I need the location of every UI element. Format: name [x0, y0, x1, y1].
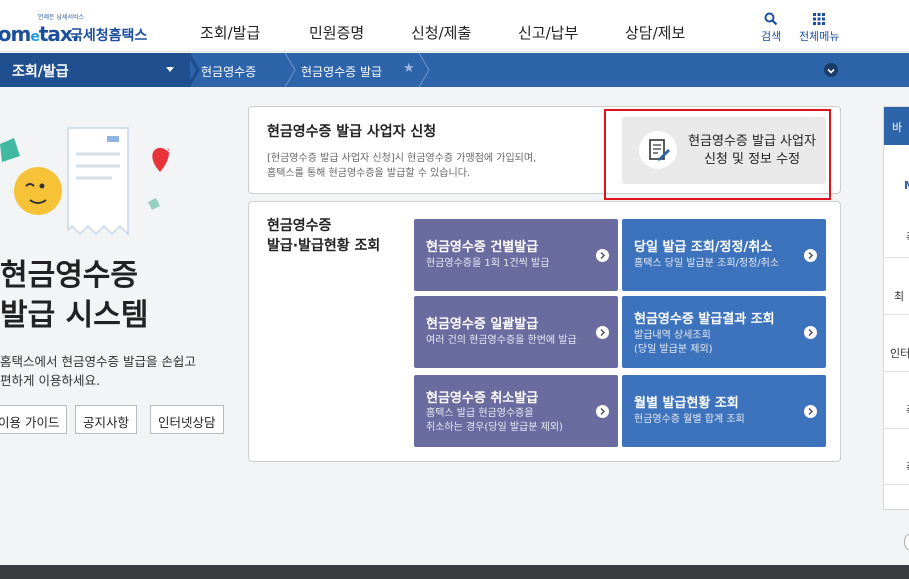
tile-title: 현금영수증 건별발급 — [426, 240, 539, 255]
breadcrumb-section-label: 조회/발급 — [12, 64, 69, 80]
breadcrumb-item-cash-receipt[interactable]: 현금영수증 — [201, 63, 256, 80]
top-header: 언제든 납세서비스 Hometax. 국세청홈택스 조회/발급 민원증명 신청/… — [0, 0, 909, 52]
quick-menu-item[interactable]: 인터 — [890, 345, 909, 361]
chevron-right-icon — [596, 249, 609, 262]
chevron-right-icon — [596, 405, 609, 418]
collapse-toggle-button[interactable] — [824, 63, 838, 77]
tile-single-issue[interactable]: 현금영수증 건별발급 현금영수증을 1회 1건씩 발급 — [414, 219, 618, 291]
right-quick-menu: 바 M 즉 최 인터 즉 즉 — [883, 106, 909, 510]
chevron-right-icon — [804, 326, 817, 339]
nav-civil-certificate[interactable]: 민원증명 — [309, 22, 364, 43]
tile-title: 현금영수증 발급결과 조회 — [634, 312, 775, 327]
tile-title: 현금영수증 일괄발급 — [426, 317, 539, 332]
chevron-right-icon — [596, 326, 609, 339]
breadcrumb: 조회/발급 현금영수증 현금영수증 발급 ★ — [0, 53, 909, 87]
divider — [884, 484, 909, 485]
tile-subtitle: 발급내역 상세조회 (당일 발급분 제외) — [634, 330, 713, 355]
tile-cancel-issue[interactable]: 현금영수증 취소발급 홈택스 발급 현금영수증을 취소하는 경우(당일 발급분 … — [414, 375, 618, 447]
issue-status-title: 현금영수증 발급·발급현황 조회 — [267, 218, 381, 254]
footer-bar — [0, 565, 909, 579]
search-label: 검색 — [761, 30, 782, 43]
notice-button[interactable]: 공지사항 — [75, 405, 138, 434]
tile-today-lookup[interactable]: 당일 발급 조회/정정/취소 홈택스 당일 발급분 조회/정정/취소 — [622, 219, 826, 291]
divider — [884, 257, 909, 258]
all-menu-label: 전체메뉴 — [799, 30, 840, 43]
tile-subtitle: 현금영수증을 1회 1건씩 발급 — [426, 258, 550, 269]
chevron-down-icon — [166, 67, 174, 72]
tile-subtitle: 현금영수증 월별 합계 조회 — [634, 414, 745, 425]
all-menu-button[interactable]: 전체메뉴 — [799, 12, 839, 44]
divider — [884, 314, 909, 315]
chevron-right-icon — [804, 249, 817, 262]
receipt-illustration — [0, 127, 170, 236]
logo-wordmark: Hometax. — [0, 22, 79, 46]
hero-description: 홈택스에서 현금영수증 발급을 손쉽고 편하게 이용하세요. — [0, 354, 196, 388]
divider — [884, 428, 909, 429]
breadcrumb-separator-icon — [186, 53, 200, 87]
highlight-box — [604, 109, 831, 200]
chevron-right-icon — [804, 405, 817, 418]
grid-menu-icon — [813, 13, 826, 25]
breadcrumb-section-select[interactable]: 조회/발급 — [0, 53, 190, 87]
tile-title: 월별 발급현황 조회 — [634, 396, 739, 411]
logo-korean-name: 국세청홈택스 — [70, 28, 148, 44]
tile-subtitle: 홈택스 발급 현금영수증을 취소하는 경우(당일 발급분 제외) — [426, 408, 563, 433]
nav-consult-report[interactable]: 상담/제보 — [625, 22, 685, 43]
breadcrumb-item-cash-receipt-issue[interactable]: 현금영수증 발급 — [301, 63, 382, 80]
tile-subtitle: 여러 건의 현금영수증을 한번에 발급 — [426, 335, 577, 346]
tile-bulk-issue[interactable]: 현금영수증 일괄발급 여러 건의 현금영수증을 한번에 발급 — [414, 296, 618, 368]
chevron-down-icon — [827, 68, 835, 74]
tile-subtitle: 홈택스 당일 발급분 조회/정정/취소 — [634, 258, 780, 269]
quick-menu-header: 바 — [884, 107, 909, 145]
nav-report-pay[interactable]: 신고/납부 — [518, 22, 578, 43]
search-icon — [764, 12, 778, 26]
tile-title: 당일 발급 조회/정정/취소 — [634, 240, 773, 255]
nav-apply-submit[interactable]: 신청/제출 — [411, 22, 471, 43]
business-apply-description: [현금영수증 발급 사업자 신청]시 현금영수증 가맹점에 가입되며, 홈택스를… — [267, 153, 537, 179]
tile-result-lookup[interactable]: 현금영수증 발급결과 조회 발급내역 상세조회 (당일 발급분 제외) — [622, 296, 826, 368]
user-guide-button[interactable]: 이용 가이드 — [0, 405, 68, 434]
divider — [884, 371, 909, 372]
tile-title: 현금영수증 취소발급 — [426, 391, 539, 406]
search-button[interactable]: 검색 — [761, 12, 781, 44]
quick-menu-item[interactable]: 최 — [894, 288, 909, 304]
breadcrumb-separator-icon — [418, 53, 430, 87]
tile-monthly-status[interactable]: 월별 발급현황 조회 현금영수증 월별 합계 조회 — [622, 375, 826, 447]
hero-title: 현금영수증 발급 시스템 — [0, 258, 149, 333]
business-apply-title: 현금영수증 발급 사업자 신청 — [267, 124, 437, 140]
breadcrumb-separator-icon — [284, 53, 296, 87]
logo-tagline: 언제든 납세서비스 — [38, 14, 85, 21]
nav-lookup-issue[interactable]: 조회/발급 — [200, 22, 260, 43]
quick-menu-item[interactable]: M — [904, 179, 909, 192]
scroll-top-button[interactable] — [904, 534, 909, 550]
star-icon[interactable]: ★ — [403, 61, 415, 76]
online-consult-button[interactable]: 인터넷상담 — [150, 405, 224, 434]
